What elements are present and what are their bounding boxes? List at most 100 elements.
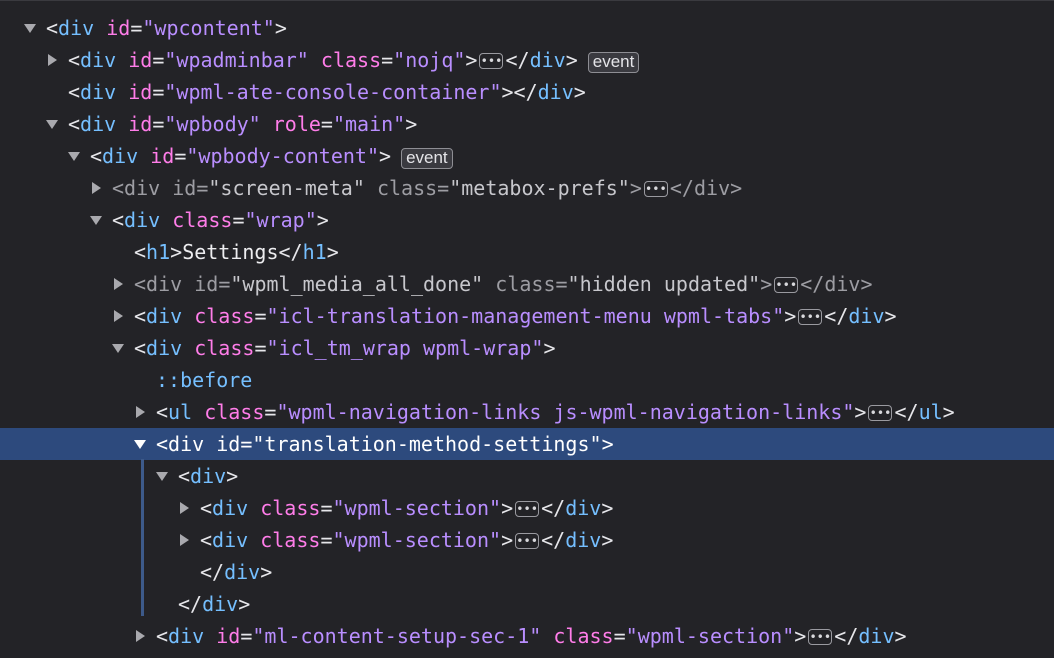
expand-triangle-icon[interactable]	[134, 396, 156, 428]
tag-name[interactable]: div	[190, 464, 226, 488]
attribute-value[interactable]: "nojq"	[393, 48, 465, 72]
collapsed-children-icon[interactable]: •••	[643, 180, 668, 197]
tag-name[interactable]: div	[694, 176, 730, 200]
tree-node[interactable]: <ul class="wpml-navigation-links js-wpml…	[0, 396, 1054, 428]
collapse-triangle-icon[interactable]	[68, 140, 90, 172]
tree-node[interactable]: <div id="wpcontent">	[0, 12, 1054, 44]
tag-name[interactable]: ul	[168, 400, 192, 424]
tag-name[interactable]: div	[212, 528, 248, 552]
collapse-triangle-icon[interactable]	[24, 12, 46, 44]
tag-name[interactable]: div	[146, 304, 182, 328]
tag-name[interactable]: div	[58, 16, 94, 40]
collapsed-children-icon[interactable]: •••	[479, 52, 504, 69]
tree-node[interactable]: <div id="wpadminbar" class="nojq"> ••• </d…	[0, 44, 1054, 76]
tag-name[interactable]: div	[168, 432, 204, 456]
tag-name[interactable]: div	[146, 272, 182, 296]
tree-node[interactable]: <h1>Settings</h1>	[0, 236, 1054, 268]
tree-node[interactable]: <div id="screen-meta" class="metabox-pre…	[0, 172, 1054, 204]
tag-name[interactable]: h1	[146, 240, 170, 264]
tag-name[interactable]: ul	[919, 400, 943, 424]
tag-name[interactable]: div	[848, 304, 884, 328]
tag-name[interactable]: div	[538, 80, 574, 104]
attribute-name[interactable]: id	[194, 272, 218, 296]
tree-node[interactable]: <div id="ml-content-setup-sec-1" class="…	[0, 620, 1054, 652]
expand-triangle-icon[interactable]	[90, 172, 112, 204]
attribute-name[interactable]: class	[495, 272, 555, 296]
collapsed-children-icon[interactable]: •••	[798, 308, 823, 325]
tag-name[interactable]: div	[565, 496, 601, 520]
tag-name[interactable]: div	[80, 80, 116, 104]
collapsed-children-icon[interactable]: •••	[515, 532, 540, 549]
attribute-name[interactable]: role	[273, 112, 321, 136]
attribute-value[interactable]: "wpadminbar"	[164, 48, 309, 72]
attribute-name[interactable]: id	[128, 48, 152, 72]
tree-node[interactable]: <div class="icl-translation-management-m…	[0, 300, 1054, 332]
attribute-name[interactable]: class	[321, 48, 381, 72]
attribute-value[interactable]: "screen-meta"	[208, 176, 365, 200]
attribute-name[interactable]: id	[172, 176, 196, 200]
expand-triangle-icon[interactable]	[112, 268, 134, 300]
attribute-name[interactable]: id	[216, 432, 240, 456]
attribute-name[interactable]: class	[377, 176, 437, 200]
tag-name[interactable]: div	[224, 560, 260, 584]
tree-node[interactable]: <div class="wrap">	[0, 204, 1054, 236]
attribute-name[interactable]: class	[194, 304, 254, 328]
attribute-value[interactable]: "wrap"	[244, 208, 316, 232]
attribute-name[interactable]: id	[128, 112, 152, 136]
attribute-name[interactable]: class	[204, 400, 264, 424]
attribute-value[interactable]: "wpml-section"	[626, 624, 795, 648]
tag-name[interactable]: div	[102, 144, 138, 168]
attribute-name[interactable]: class	[194, 336, 254, 360]
tree-node[interactable]: <div id="wpml_media_all_done" class="hid…	[0, 268, 1054, 300]
attribute-name[interactable]: id	[150, 144, 174, 168]
event-badge[interactable]: event	[401, 147, 453, 169]
tag-name[interactable]: div	[124, 176, 160, 200]
attribute-name[interactable]: class	[260, 496, 320, 520]
attribute-name[interactable]: class	[553, 624, 613, 648]
collapse-triangle-icon[interactable]	[46, 108, 68, 140]
collapsed-children-icon[interactable]: •••	[808, 628, 833, 645]
tag-name[interactable]: div	[168, 624, 204, 648]
attribute-value[interactable]: "hidden updated"	[568, 272, 761, 296]
attribute-value[interactable]: "wpml-ate-console-container"	[164, 80, 501, 104]
collapse-triangle-icon[interactable]	[90, 204, 112, 236]
attribute-name[interactable]: id	[216, 624, 240, 648]
tag-name[interactable]: div	[858, 624, 894, 648]
attribute-value[interactable]: "wpbody"	[164, 112, 260, 136]
event-badge[interactable]: event	[587, 51, 640, 73]
tree-node[interactable]: <div class="wpml-section"> ••• </div>	[0, 524, 1054, 556]
tree-node[interactable]: <div id="wpml-ate-console-container"></d…	[0, 76, 1054, 108]
tag-name[interactable]: div	[124, 208, 160, 232]
attribute-value[interactable]: "icl-translation-management-menu wpml-ta…	[266, 304, 784, 328]
tree-node[interactable]: <div id="wpbody" role="main">	[0, 108, 1054, 140]
tag-name[interactable]: div	[202, 592, 238, 616]
attribute-name[interactable]: class	[172, 208, 232, 232]
collapsed-children-icon[interactable]: •••	[774, 276, 799, 293]
attribute-value[interactable]: "wpml-section"	[332, 496, 501, 520]
attribute-value[interactable]: "translation-method-settings"	[252, 432, 601, 456]
attribute-value[interactable]: "metabox-prefs"	[449, 176, 630, 200]
expand-triangle-icon[interactable]	[46, 44, 68, 76]
collapsed-children-icon[interactable]: •••	[868, 404, 893, 421]
collapse-triangle-icon[interactable]	[112, 332, 134, 364]
tag-name[interactable]: div	[824, 272, 860, 296]
expand-triangle-icon[interactable]	[178, 524, 200, 556]
tag-name[interactable]: h1	[303, 240, 327, 264]
tree-node[interactable]: <div id="wpbody-content"> event	[0, 140, 1054, 172]
attribute-value[interactable]: "main"	[333, 112, 405, 136]
tag-name[interactable]: div	[146, 336, 182, 360]
attribute-value[interactable]: "icl_tm_wrap wpml-wrap"	[266, 336, 543, 360]
tag-name[interactable]: div	[80, 112, 116, 136]
tree-node[interactable]: <div class="wpml-section"> ••• </div>	[0, 492, 1054, 524]
tree-node-selected[interactable]: <div id="translation-method-settings">	[0, 428, 1054, 460]
expand-triangle-icon[interactable]	[134, 620, 156, 652]
expand-triangle-icon[interactable]	[112, 300, 134, 332]
collapse-triangle-icon[interactable]	[134, 428, 156, 460]
attribute-name[interactable]: id	[106, 16, 130, 40]
attribute-value[interactable]: "ml-content-setup-sec-1"	[252, 624, 541, 648]
attribute-name[interactable]: id	[128, 80, 152, 104]
attribute-value[interactable]: "wpcontent"	[142, 16, 274, 40]
tag-name[interactable]: div	[530, 48, 566, 72]
tree-node[interactable]: </div>	[0, 588, 1054, 620]
attribute-value[interactable]: "wpbody-content"	[186, 144, 379, 168]
